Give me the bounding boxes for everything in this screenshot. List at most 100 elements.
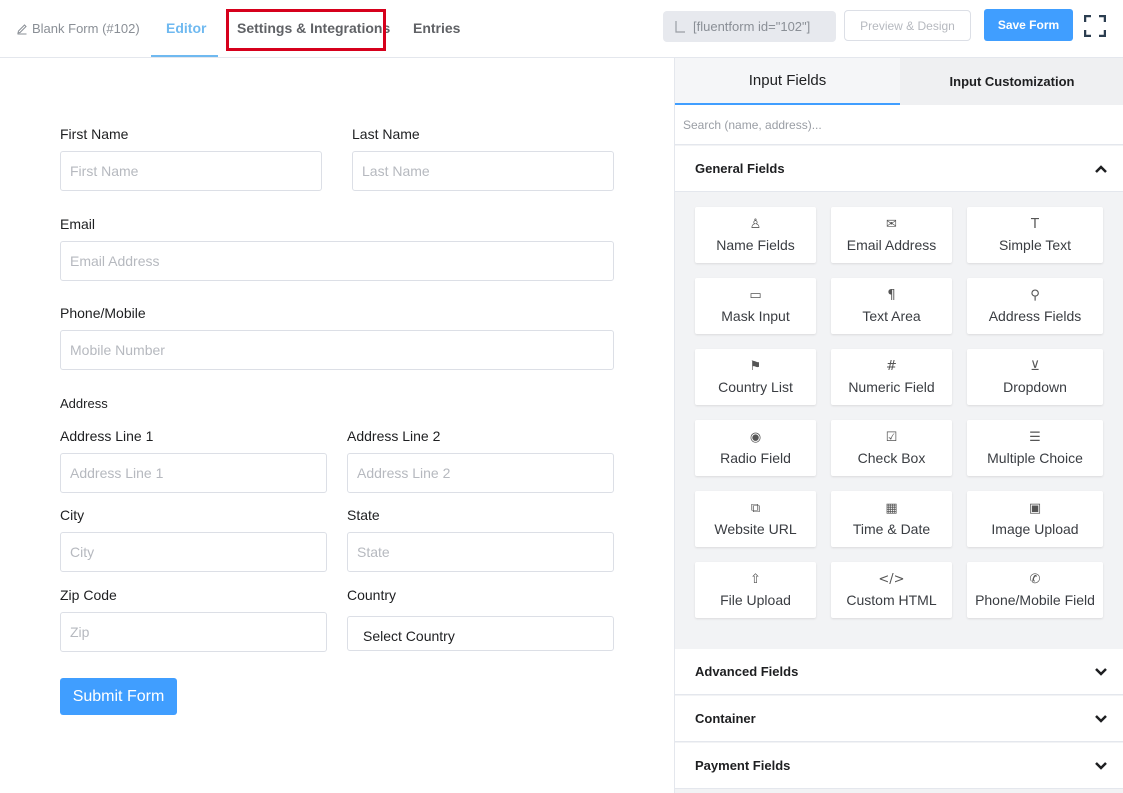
map-pin-icon: ⚲	[1030, 288, 1040, 303]
field-card-label: Phone/Mobile Field	[975, 592, 1095, 608]
field-card-name-fields[interactable]: ♙ Name Fields	[695, 207, 816, 263]
form-name-label: Blank Form (#102)	[32, 21, 140, 36]
submit-form-button[interactable]: Submit Form	[60, 678, 177, 715]
field-card-custom-html[interactable]: </> Custom HTML	[831, 562, 952, 618]
field-card-label: Country List	[718, 379, 793, 395]
field-card-label: Email Address	[846, 237, 937, 253]
field-card-label: Simple Text	[998, 237, 1072, 253]
city-input[interactable]: City	[60, 532, 327, 572]
checkbox-icon: ☑	[885, 430, 898, 445]
field-card-file-upload[interactable]: ⇧ File Upload	[695, 562, 816, 618]
field-card-label: Multiple Choice	[987, 450, 1083, 466]
chevron-down-icon	[1095, 715, 1107, 723]
general-fields-title: General Fields	[695, 161, 785, 176]
field-card-dropdown[interactable]: ⊻ Dropdown	[967, 349, 1103, 405]
field-search-input[interactable]: Search (name, address)...	[675, 105, 1123, 145]
fields-panel: Input Fields Input Customization Search …	[674, 58, 1123, 793]
tab-editor[interactable]: Editor	[166, 20, 206, 36]
payment-fields-header[interactable]: Payment Fields	[675, 743, 1123, 789]
field-card-image-upload[interactable]: ▣ Image Upload	[967, 491, 1103, 547]
field-card-label: Text Area	[862, 308, 921, 324]
flag-icon: ⚑	[749, 359, 762, 374]
advanced-fields-header[interactable]: Advanced Fields	[675, 649, 1123, 695]
paragraph-icon: ¶	[887, 288, 896, 303]
field-card-numeric-field[interactable]: # Numeric Field	[831, 349, 952, 405]
phone-input[interactable]: Mobile Number	[60, 330, 614, 370]
calendar-icon: ▦	[885, 501, 898, 516]
address-line2-label: Address Line 2	[347, 428, 441, 444]
last-name-input[interactable]: Last Name	[352, 151, 614, 191]
field-card-radio-field[interactable]: ◉ Radio Field	[695, 420, 816, 476]
shortcode-text: [fluentform id="102"]	[693, 19, 811, 34]
state-label: State	[347, 507, 380, 523]
save-form-button[interactable]: Save Form	[984, 9, 1073, 41]
field-card-mask-input[interactable]: ▭ Mask Input	[695, 278, 816, 334]
tab-entries[interactable]: Entries	[413, 20, 460, 36]
phone-label: Phone/Mobile	[60, 305, 146, 321]
dropdown-icon: ⊻	[1030, 359, 1040, 374]
general-fields-grid: ♙ Name Fields ✉ Email Address T Simple Text ▭ M…	[675, 192, 1123, 648]
field-card-email-address[interactable]: ✉ Email Address	[831, 207, 952, 263]
general-fields-header[interactable]: General Fields	[675, 146, 1123, 192]
field-card-phone-mobile-field[interactable]: ✆ Phone/Mobile Field	[967, 562, 1103, 618]
hash-icon: #	[886, 359, 897, 374]
code-icon: </>	[878, 572, 905, 587]
field-card-label: Numeric Field	[848, 379, 935, 395]
first-name-input[interactable]: First Name	[60, 151, 322, 191]
chevron-down-icon	[1095, 762, 1107, 770]
field-card-label: Radio Field	[720, 450, 791, 466]
edit-pencil-icon	[17, 23, 27, 34]
field-card-text-area[interactable]: ¶ Text Area	[831, 278, 952, 334]
tab-input-fields[interactable]: Input Fields	[675, 58, 900, 105]
envelope-icon: ✉	[886, 217, 897, 232]
field-card-label: Mask Input	[721, 308, 790, 324]
field-card-label: Address Fields	[988, 308, 1082, 324]
field-card-time-date[interactable]: ▦ Time & Date	[831, 491, 952, 547]
state-input[interactable]: State	[347, 532, 614, 572]
field-card-multiple-choice[interactable]: ☰ Multiple Choice	[967, 420, 1103, 476]
city-label: City	[60, 507, 85, 523]
highlight-box	[226, 9, 386, 51]
field-card-label: Time & Date	[852, 521, 931, 537]
fullscreen-icon[interactable]	[1084, 15, 1106, 37]
phone-icon: ✆	[1029, 572, 1041, 587]
address-line2-input[interactable]: Address Line 2	[347, 453, 614, 493]
first-name-label: First Name	[60, 126, 129, 142]
field-card-check-box[interactable]: ☑ Check Box	[831, 420, 952, 476]
container-header[interactable]: Container	[675, 696, 1123, 742]
image-icon: ▣	[1028, 501, 1042, 516]
shortcode-copy[interactable]: [fluentform id="102"]	[663, 11, 836, 42]
copy-icon	[675, 20, 685, 33]
country-select[interactable]: Select Country	[347, 616, 614, 651]
country-label: Country	[347, 587, 397, 603]
last-name-label: Last Name	[352, 126, 420, 142]
field-card-label: Custom HTML	[846, 592, 937, 608]
field-card-label: Website URL	[714, 521, 797, 537]
email-input[interactable]: Email Address	[60, 241, 614, 281]
field-card-simple-text[interactable]: T Simple Text	[967, 207, 1103, 263]
person-icon: ♙	[749, 217, 762, 232]
active-tab-indicator	[151, 55, 218, 57]
address-line1-label: Address Line 1	[60, 428, 154, 444]
field-card-label: Check Box	[857, 450, 926, 466]
field-card-label: Image Upload	[991, 521, 1079, 537]
field-card-country-list[interactable]: ⚑ Country List	[695, 349, 816, 405]
radio-icon: ◉	[749, 430, 762, 445]
email-label: Email	[60, 216, 96, 232]
tab-input-customization[interactable]: Input Customization	[900, 58, 1123, 105]
advanced-fields-title: Advanced Fields	[695, 664, 799, 679]
address-line1-input[interactable]: Address Line 1	[60, 453, 327, 493]
payment-fields-title: Payment Fields	[695, 758, 791, 773]
text-cursor-icon: T	[1031, 217, 1039, 232]
list-icon: ☰	[1029, 430, 1041, 445]
form-name[interactable]: Blank Form (#102)	[16, 21, 140, 36]
link-icon: ⧉	[750, 501, 761, 516]
preview-design-button[interactable]: Preview & Design	[844, 10, 971, 41]
chevron-down-icon	[1095, 668, 1107, 676]
field-card-address-fields[interactable]: ⚲ Address Fields	[967, 278, 1103, 334]
address-section-label: Address	[60, 396, 108, 411]
zip-label: Zip Code	[60, 587, 117, 603]
field-card-label: Name Fields	[716, 237, 795, 253]
zip-input[interactable]: Zip	[60, 612, 327, 652]
field-card-website-url[interactable]: ⧉ Website URL	[695, 491, 816, 547]
